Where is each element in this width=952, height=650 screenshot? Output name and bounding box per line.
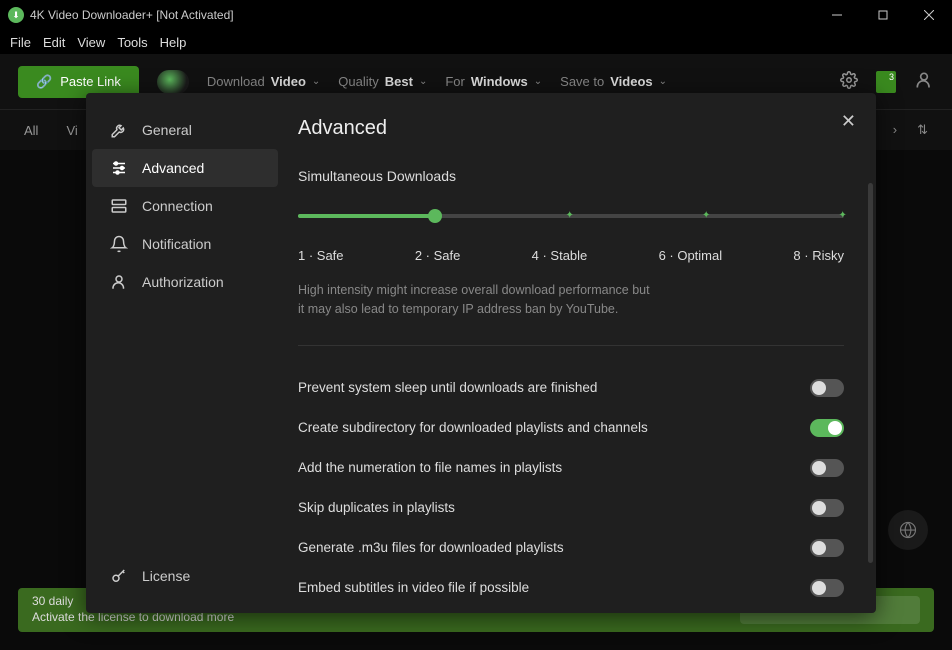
slider-tick-icon: ✦: [839, 210, 847, 218]
toggle-label: Generate .m3u files for downloaded playl…: [298, 540, 564, 555]
slider-label: 4 · Stable: [532, 248, 588, 263]
simultaneous-downloads-slider[interactable]: ✦ ✦ ✦ 1 · Safe 2 · Safe 4 · Stable 6 · O…: [298, 214, 844, 263]
toggle-label: Skip duplicates in playlists: [298, 500, 455, 515]
menubar: File Edit View Tools Help: [0, 30, 952, 54]
close-button[interactable]: ✕: [841, 111, 856, 132]
account-icon[interactable]: [914, 70, 934, 93]
globe-button[interactable]: [888, 510, 928, 550]
settings-title: Advanced: [298, 117, 844, 140]
sidebar-item-connection[interactable]: Connection: [92, 187, 278, 225]
saveto-dropdown[interactable]: Save to Videos ⌄: [560, 74, 667, 89]
sidebar-item-label: Advanced: [142, 160, 204, 176]
toggle-label: Add the numeration to file names in play…: [298, 460, 562, 475]
tab-partial[interactable]: Vi: [66, 123, 77, 138]
sidebar-item-license[interactable]: License: [92, 557, 278, 595]
sort-icon[interactable]: ⇅: [917, 122, 928, 138]
sidebar-item-label: License: [142, 568, 190, 584]
server-icon: [110, 197, 128, 215]
sidebar-item-label: Notification: [142, 236, 211, 252]
tab-overflow-icon[interactable]: ›: [893, 122, 897, 138]
chevron-down-icon: ⌄: [312, 76, 320, 87]
window-close-button[interactable]: [906, 0, 952, 30]
slider-label: 6 · Optimal: [659, 248, 723, 263]
slider-thumb[interactable]: [428, 209, 442, 223]
divider: [298, 345, 844, 346]
sidebar-item-advanced[interactable]: Advanced: [92, 149, 278, 187]
toggle-skip-duplicates: Skip duplicates in playlists: [298, 488, 844, 528]
sidebar-item-notification[interactable]: Notification: [92, 225, 278, 263]
platform-dropdown[interactable]: For Windows ⌄: [445, 74, 542, 89]
titlebar: ⬇ 4K Video Downloader+ [Not Activated]: [0, 0, 952, 30]
sidebar-item-general[interactable]: General: [92, 111, 278, 149]
toggle-prevent-sleep: Prevent system sleep until downloads are…: [298, 368, 844, 408]
slider-hint: High intensity might increase overall do…: [298, 281, 658, 319]
sidebar-item-label: General: [142, 122, 192, 138]
toggle-switch[interactable]: [810, 539, 844, 557]
link-icon: 🔗: [36, 74, 52, 90]
slider-tick-icon: ✦: [702, 210, 710, 218]
wrench-icon: [110, 121, 128, 139]
user-icon: [110, 273, 128, 291]
toggle-create-subdir: Create subdirectory for downloaded playl…: [298, 408, 844, 448]
quality-dropdown[interactable]: Quality Best ⌄: [338, 74, 427, 89]
smart-mode-toggle[interactable]: [157, 70, 189, 94]
slider-section-label: Simultaneous Downloads: [298, 168, 844, 184]
window-maximize-button[interactable]: [860, 0, 906, 30]
toggle-switch[interactable]: [810, 579, 844, 597]
key-icon: [110, 567, 128, 585]
menu-help[interactable]: Help: [154, 33, 193, 52]
toggle-m3u: Generate .m3u files for downloaded playl…: [298, 528, 844, 568]
toggle-label: Prevent system sleep until downloads are…: [298, 380, 597, 395]
toggle-switch[interactable]: [810, 419, 844, 437]
slider-label: 2 · Safe: [415, 248, 461, 263]
app-icon: ⬇: [8, 7, 24, 23]
toggle-switch[interactable]: [810, 499, 844, 517]
settings-gear-icon[interactable]: [840, 71, 858, 92]
sliders-icon: [110, 159, 128, 177]
slider-label: 8 · Risky: [793, 248, 844, 263]
chevron-down-icon: ⌄: [419, 76, 427, 87]
toggle-numeration: Add the numeration to file names in play…: [298, 448, 844, 488]
slider-label: 1 · Safe: [298, 248, 344, 263]
toggle-embed-subs: Embed subtitles in video file if possibl…: [298, 568, 844, 608]
menu-file[interactable]: File: [4, 33, 37, 52]
toggle-label: Create subdirectory for downloaded playl…: [298, 420, 648, 435]
menu-tools[interactable]: Tools: [111, 33, 153, 52]
download-format-dropdown[interactable]: Download Video ⌄: [207, 74, 320, 89]
toggle-switch[interactable]: [810, 379, 844, 397]
notification-badge[interactable]: 3: [876, 71, 896, 93]
sidebar-item-label: Connection: [142, 198, 213, 214]
scrollbar[interactable]: [868, 183, 873, 563]
window-minimize-button[interactable]: [814, 0, 860, 30]
chevron-down-icon: ⌄: [659, 76, 667, 87]
app-title: 4K Video Downloader+ [Not Activated]: [30, 8, 234, 22]
bell-icon: [110, 235, 128, 253]
toggle-label: Embed subtitles in video file if possibl…: [298, 580, 529, 595]
menu-edit[interactable]: Edit: [37, 33, 71, 52]
tab-all[interactable]: All: [24, 123, 38, 138]
toggle-audio-tags: Search audio tags on the basis of track …: [298, 608, 844, 614]
chevron-down-icon: ⌄: [534, 76, 542, 87]
menu-view[interactable]: View: [71, 33, 111, 52]
toggle-switch[interactable]: [810, 459, 844, 477]
settings-body: ✕ Advanced Simultaneous Downloads ✦ ✦ ✦ …: [284, 93, 876, 613]
sidebar-item-label: Authorization: [142, 274, 224, 290]
slider-tick-icon: ✦: [566, 210, 574, 218]
settings-sidebar: General Advanced Connection Notification…: [86, 93, 284, 613]
sidebar-item-authorization[interactable]: Authorization: [92, 263, 278, 301]
paste-link-label: Paste Link: [60, 74, 121, 89]
settings-dialog: General Advanced Connection Notification…: [86, 93, 876, 613]
